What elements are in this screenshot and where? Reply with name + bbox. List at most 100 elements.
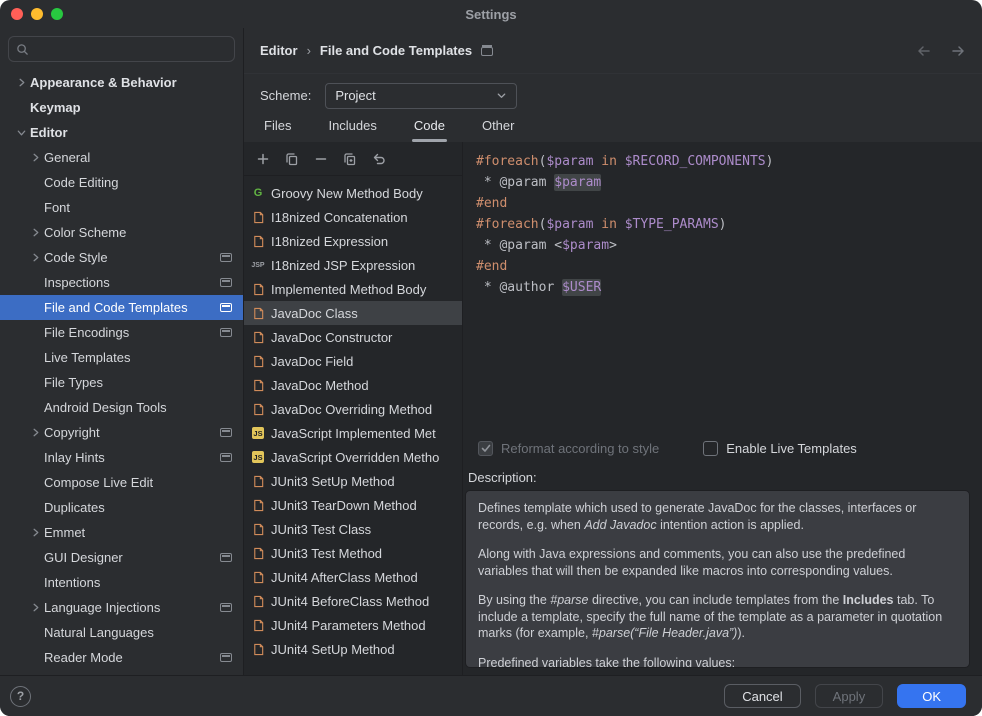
- chevron-right-icon[interactable]: [13, 75, 30, 91]
- add-button[interactable]: [253, 149, 273, 169]
- duplicate-button[interactable]: [340, 149, 360, 169]
- settings-tree: Appearance & Behavior KeymapEditorGeneral…: [0, 70, 243, 670]
- template-item-javascript-implemented-met[interactable]: JSJavaScript Implemented Met: [244, 421, 462, 445]
- breadcrumb-editor[interactable]: Editor: [260, 43, 298, 58]
- sidebar-item-intentions[interactable]: Intentions: [0, 570, 243, 595]
- sidebar-item-label: Color Scheme: [44, 225, 126, 240]
- scheme-label: Scheme:: [260, 88, 311, 103]
- template-item-junit3-setup-method[interactable]: JUnit3 SetUp Method: [244, 469, 462, 493]
- search-input[interactable]: [35, 41, 227, 58]
- sidebar-item-live-templates[interactable]: Live Templates: [0, 345, 243, 370]
- template-item-junit4-beforeclass-method[interactable]: JUnit4 BeforeClass Method: [244, 589, 462, 613]
- chevron-right-icon[interactable]: [27, 525, 44, 541]
- sidebar-item-inspections[interactable]: Inspections: [0, 270, 243, 295]
- reformat-checkbox[interactable]: Reformat according to style: [478, 441, 659, 456]
- sidebar-item-natural-languages[interactable]: Natural Languages: [0, 620, 243, 645]
- sidebar-item-label: File Types: [44, 375, 103, 390]
- sidebar-item-appearance-behavior[interactable]: Appearance & Behavior: [0, 70, 243, 95]
- sidebar-item-copyright[interactable]: Copyright: [0, 420, 243, 445]
- tree-indent: [27, 550, 44, 566]
- sidebar-item-label: Inlay Hints: [44, 450, 105, 465]
- template-item-junit4-afterclass-method[interactable]: JUnit4 AfterClass Method: [244, 565, 462, 589]
- chevron-right-icon[interactable]: [27, 600, 44, 616]
- sidebar-item-keymap[interactable]: Keymap: [0, 95, 243, 120]
- back-button[interactable]: [916, 44, 932, 58]
- template-item-javascript-overridden-metho[interactable]: JSJavaScript Overridden Metho: [244, 445, 462, 469]
- sidebar-item-color-scheme[interactable]: Color Scheme: [0, 220, 243, 245]
- chevron-right-icon[interactable]: [27, 425, 44, 441]
- template-item-junit3-teardown-method[interactable]: JUnit3 TearDown Method: [244, 493, 462, 517]
- project-level-icon: [220, 278, 232, 287]
- chevron-right-icon[interactable]: [27, 150, 44, 166]
- sidebar-item-android-design-tools[interactable]: Android Design Tools: [0, 395, 243, 420]
- template-item-label: JavaDoc Field: [271, 354, 353, 369]
- close-button[interactable]: [11, 8, 23, 20]
- template-item-implemented-method-body[interactable]: Implemented Method Body: [244, 277, 462, 301]
- sidebar-item-language-injections[interactable]: Language Injections: [0, 595, 243, 620]
- template-item-junit4-setup-method[interactable]: JUnit4 SetUp Method: [244, 637, 462, 661]
- template-item-junit3-test-method[interactable]: JUnit3 Test Method: [244, 541, 462, 565]
- template-item-label: Implemented Method Body: [271, 282, 426, 297]
- sidebar-item-general[interactable]: General: [0, 145, 243, 170]
- sidebar-item-label: File and Code Templates: [44, 300, 188, 315]
- template-item-javadoc-overriding-method[interactable]: JavaDoc Overriding Method: [244, 397, 462, 421]
- tab-other[interactable]: Other: [480, 117, 517, 141]
- forward-button[interactable]: [950, 44, 966, 58]
- enable-live-templates-checkbox[interactable]: Enable Live Templates: [703, 441, 857, 456]
- copy-button[interactable]: [282, 149, 302, 169]
- chevron-right-icon[interactable]: [27, 250, 44, 266]
- sidebar-item-duplicates[interactable]: Duplicates: [0, 495, 243, 520]
- zoom-button[interactable]: [51, 8, 63, 20]
- sidebar-item-emmet[interactable]: Emmet: [0, 520, 243, 545]
- sidebar-item-label: Appearance & Behavior: [30, 75, 177, 90]
- template-item-label: JUnit4 Parameters Method: [271, 618, 426, 633]
- scheme-dropdown[interactable]: Project: [325, 83, 517, 109]
- ok-button[interactable]: OK: [897, 684, 966, 708]
- settings-search[interactable]: [8, 36, 235, 62]
- project-level-icon: [220, 303, 232, 312]
- template-item-label: JUnit3 Test Class: [271, 522, 371, 537]
- reset-button[interactable]: [369, 149, 389, 169]
- template-item-groovy-new-method-body[interactable]: GGroovy New Method Body: [244, 181, 462, 205]
- tree-indent: [27, 475, 44, 491]
- template-item-javadoc-class[interactable]: JavaDoc Class: [244, 301, 462, 325]
- sidebar-item-file-types[interactable]: File Types: [0, 370, 243, 395]
- sidebar-item-compose-live-edit[interactable]: Compose Live Edit: [0, 470, 243, 495]
- template-code-editor[interactable]: #foreach($param in $RECORD_COMPONENTS) *…: [463, 142, 982, 434]
- template-item-javadoc-field[interactable]: JavaDoc Field: [244, 349, 462, 373]
- chevron-down-icon[interactable]: [13, 125, 30, 141]
- cancel-button[interactable]: Cancel: [724, 684, 800, 708]
- remove-button[interactable]: [311, 149, 331, 169]
- template-icon: [251, 618, 265, 632]
- sidebar-item-file-and-code-templates[interactable]: File and Code Templates: [0, 295, 243, 320]
- template-item-javadoc-method[interactable]: JavaDoc Method: [244, 373, 462, 397]
- minimize-button[interactable]: [31, 8, 43, 20]
- project-level-icon: [220, 453, 232, 462]
- chevron-right-icon[interactable]: [27, 225, 44, 241]
- template-item-junit4-parameters-method[interactable]: JUnit4 Parameters Method: [244, 613, 462, 637]
- tab-includes[interactable]: Includes: [326, 117, 378, 141]
- traffic-lights: [11, 8, 63, 20]
- sidebar-item-code-style[interactable]: Code Style: [0, 245, 243, 270]
- template-item-i18nized-jsp-expression[interactable]: JSPI18nized JSP Expression: [244, 253, 462, 277]
- template-list-panel: GGroovy New Method BodyI18nized Concaten…: [244, 142, 463, 676]
- sidebar-item-file-encodings[interactable]: File Encodings: [0, 320, 243, 345]
- tab-files[interactable]: Files: [262, 117, 293, 141]
- template-item-label: JavaDoc Constructor: [271, 330, 392, 345]
- sidebar-item-gui-designer[interactable]: GUI Designer: [0, 545, 243, 570]
- sidebar-item-code-editing[interactable]: Code Editing: [0, 170, 243, 195]
- template-editor-column: #foreach($param in $RECORD_COMPONENTS) *…: [463, 142, 982, 676]
- tab-code[interactable]: Code: [412, 117, 447, 141]
- project-level-icon: [220, 253, 232, 262]
- apply-button[interactable]: Apply: [815, 684, 884, 708]
- template-item-i18nized-concatenation[interactable]: I18nized Concatenation: [244, 205, 462, 229]
- template-item-javadoc-constructor[interactable]: JavaDoc Constructor: [244, 325, 462, 349]
- sidebar-item-font[interactable]: Font: [0, 195, 243, 220]
- sidebar-item-inlay-hints[interactable]: Inlay Hints: [0, 445, 243, 470]
- template-item-i18nized-expression[interactable]: I18nized Expression: [244, 229, 462, 253]
- sidebar-item-reader-mode[interactable]: Reader Mode: [0, 645, 243, 670]
- template-item-junit3-test-class[interactable]: JUnit3 Test Class: [244, 517, 462, 541]
- description-box[interactable]: Defines template which used to generate …: [465, 490, 970, 668]
- help-button[interactable]: ?: [10, 686, 31, 707]
- sidebar-item-editor[interactable]: Editor: [0, 120, 243, 145]
